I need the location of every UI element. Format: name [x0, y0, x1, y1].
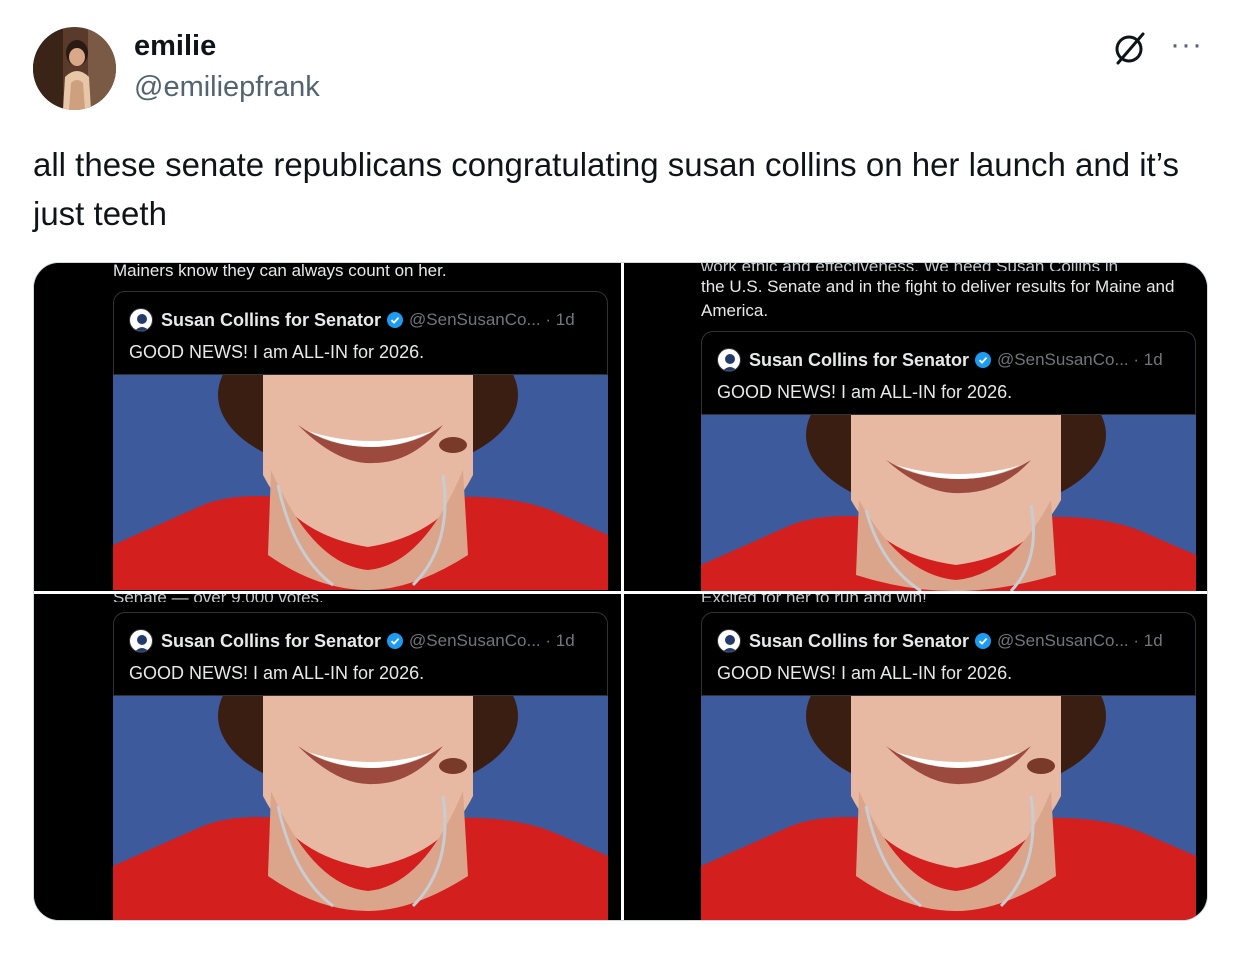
author-display-name[interactable]: emilie	[134, 30, 216, 63]
quote-text: GOOD NEWS! I am ALL-IN for 2026.	[717, 663, 1013, 683]
quote-avatar	[717, 629, 741, 653]
tile-lead-text-cut: work ethic and effectiveness. We need Su…	[701, 263, 1201, 271]
quote-meta: @SenSusanCo... · 1d	[409, 631, 575, 650]
grid-divider-horizontal	[34, 591, 1207, 594]
quoted-tweet[interactable]: Susan Collins for Senator @SenSusanCo...…	[701, 612, 1196, 696]
quote-text: GOOD NEWS! I am ALL-IN for 2026.	[129, 663, 425, 683]
quote-avatar	[129, 629, 153, 653]
quote-author-name: Susan Collins for Senator	[749, 630, 970, 651]
smile-photo	[113, 696, 608, 920]
tile-lead-text: the U.S. Senate and in the fight to deli…	[701, 277, 1175, 320]
verified-badge-icon	[975, 633, 992, 649]
quoted-tweet[interactable]: Susan Collins for Senator @SenSusanCo...…	[113, 291, 608, 375]
verified-badge-icon	[975, 352, 992, 368]
verified-badge-icon	[387, 312, 404, 328]
quote-text: GOOD NEWS! I am ALL-IN for 2026.	[717, 382, 1013, 402]
quoted-tweet[interactable]: Susan Collins for Senator @SenSusanCo...…	[113, 612, 608, 696]
quote-author-name: Susan Collins for Senator	[161, 630, 382, 651]
quote-meta: @SenSusanCo... · 1d	[997, 631, 1163, 650]
author-handle[interactable]: @emiliepfrank	[134, 71, 320, 104]
media-tile[interactable]: Excited for her to run and win! Susan Co…	[624, 594, 1207, 920]
media-tile[interactable]: Senate — over 9,000 votes. Susan Collins…	[34, 594, 621, 920]
quote-avatar	[129, 308, 153, 332]
smile-photo	[701, 415, 1196, 591]
quote-meta: @SenSusanCo... · 1d	[409, 310, 575, 329]
avatar-image	[33, 27, 116, 110]
smile-photo	[113, 375, 608, 590]
tile-lead-text-cut: Excited for her to run and win!	[701, 594, 1201, 602]
quote-avatar	[717, 348, 741, 372]
quote-author-name: Susan Collins for Senator	[161, 309, 382, 330]
quote-meta: @SenSusanCo... · 1d	[997, 350, 1163, 369]
more-options-icon[interactable]: ···	[1170, 30, 1210, 64]
quote-author-name: Susan Collins for Senator	[749, 349, 970, 370]
author-avatar[interactable]	[33, 27, 116, 110]
tweet-text: all these senate republicans congratulat…	[33, 146, 1179, 232]
quote-text: GOOD NEWS! I am ALL-IN for 2026.	[129, 342, 425, 362]
smile-photo	[701, 696, 1196, 920]
media-tile[interactable]: Mainers know they can always count on he…	[34, 263, 621, 591]
media-grid[interactable]: Mainers know they can always count on he…	[33, 262, 1208, 921]
quoted-tweet[interactable]: Susan Collins for Senator @SenSusanCo...…	[701, 331, 1196, 415]
verified-badge-icon	[387, 633, 404, 649]
grok-icon[interactable]	[1110, 28, 1150, 68]
tile-lead-text-cut: Senate — over 9,000 votes.	[113, 594, 613, 602]
media-tile[interactable]: work ethic and effectiveness. We need Su…	[624, 263, 1207, 591]
tile-lead-text: Mainers know they can always count on he…	[113, 263, 447, 280]
